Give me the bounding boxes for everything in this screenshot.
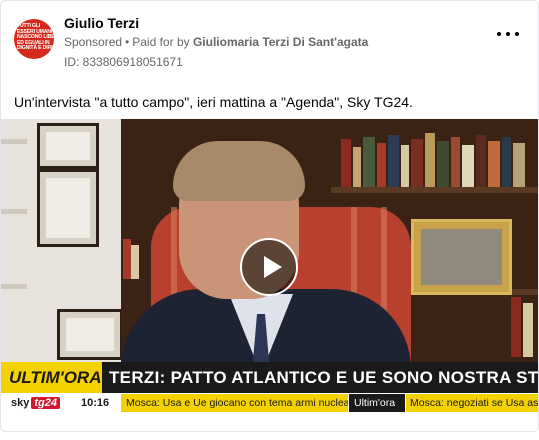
avatar[interactable]: TUTTI GLI ESSERI UMANI NASCONO LIBERI ED… (14, 19, 54, 59)
play-icon[interactable] (240, 238, 298, 296)
sky-logo-text: sky (11, 397, 30, 409)
video-player[interactable]: ULTIM'ORA TERZI: PATTO ATLANTICO E UE SO… (1, 119, 538, 413)
video-headline: TERZI: PATTO ATLANTICO E UE SONO NOSTRA … (109, 368, 538, 387)
ad-id: ID: 833806918051671 (64, 55, 183, 69)
ultim-ora-badge: ULTIM'ORA (1, 362, 102, 393)
ad-post-card: TUTTI GLI ESSERI UMANI NASCONO LIBERI ED… (0, 0, 539, 432)
paid-for-label: Paid for by (132, 35, 190, 49)
ticker-item-2: Ultim'ora (349, 394, 405, 412)
post-caption: Un'intervista "a tutto campo", ieri matt… (14, 94, 413, 110)
sponsor-line: Sponsored • Paid for by Giuliomaria Terzi … (64, 35, 368, 49)
ticker-item-1: Mosca: Usa e Ue giocano con tema armi nu… (121, 394, 348, 412)
sponsored-label: Sponsored (64, 35, 123, 49)
author-name[interactable]: Giulio Terzi (64, 15, 139, 31)
tg24-logo-text: tg24 (31, 397, 60, 409)
speaker-hair (173, 141, 305, 201)
payer-name[interactable]: Giuliomaria Terzi Di Sant'agata (193, 35, 368, 49)
avatar-logo-text: TUTTI GLI ESSERI UMANI NASCONO LIBERI ED… (17, 23, 54, 52)
separator-dot: • (125, 35, 130, 49)
framed-photo (411, 219, 512, 295)
sky-tg24-logo: sky tg24 (11, 395, 60, 411)
ticker-item-3: Mosca: negoziati se Usa ascoltano (406, 394, 538, 412)
more-options-icon[interactable] (497, 27, 519, 41)
broadcast-time: 10:16 (81, 397, 110, 409)
